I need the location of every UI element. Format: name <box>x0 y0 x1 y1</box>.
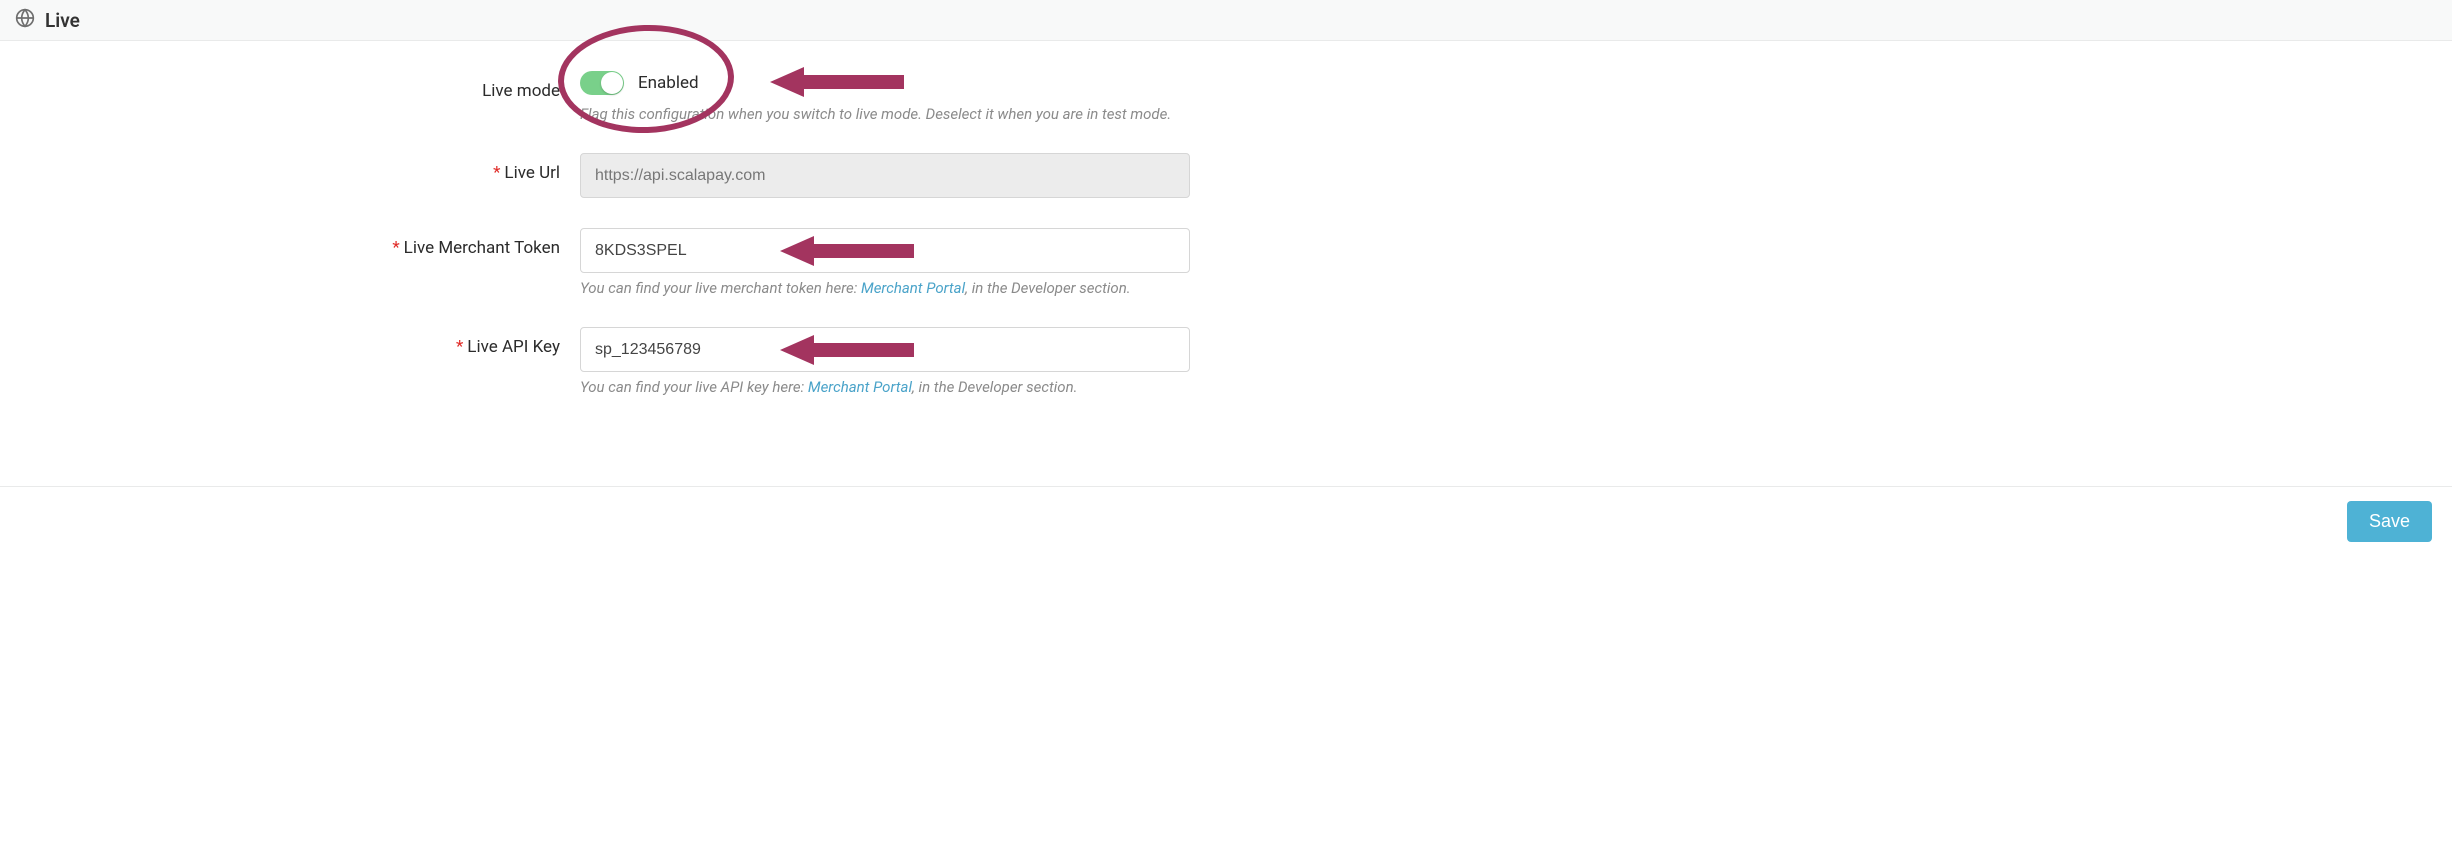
footer: Save <box>0 486 2452 556</box>
row-live-url: *Live Url <box>20 153 1190 198</box>
label-live-url: *Live Url <box>20 153 580 183</box>
live-merchant-token-input[interactable] <box>580 228 1190 273</box>
label-live-api-key: *Live API Key <box>20 327 580 357</box>
row-live-merchant-token: *Live Merchant Token You can find your l… <box>20 228 1190 297</box>
row-live-api-key: *Live API Key You can find your live API… <box>20 327 1190 396</box>
form-body: Live mode Enabled Flag this configuratio… <box>0 41 1210 486</box>
required-asterisk-icon: * <box>493 163 500 183</box>
panel-title: Live <box>45 9 80 32</box>
required-asterisk-icon: * <box>392 238 399 258</box>
live-api-key-input[interactable] <box>580 327 1190 372</box>
merchant-portal-link[interactable]: Merchant Portal <box>808 378 912 396</box>
save-button[interactable]: Save <box>2347 501 2432 542</box>
label-live-mode: Live mode <box>20 71 580 101</box>
live-api-key-hint: You can find your live API key here: Mer… <box>580 378 1190 396</box>
live-url-input <box>580 153 1190 198</box>
live-mode-state: Enabled <box>638 73 699 93</box>
globe-icon <box>15 8 35 32</box>
live-merchant-token-hint: You can find your live merchant token he… <box>580 279 1190 297</box>
annotation-arrow-icon <box>770 67 904 97</box>
label-live-merchant-token: *Live Merchant Token <box>20 228 580 258</box>
live-mode-hint: Flag this configuration when you switch … <box>580 105 1190 123</box>
toggle-knob-icon <box>601 72 623 94</box>
live-mode-toggle[interactable] <box>580 71 624 95</box>
required-asterisk-icon: * <box>456 337 463 357</box>
panel-header: Live <box>0 0 2452 41</box>
merchant-portal-link[interactable]: Merchant Portal <box>861 279 965 297</box>
row-live-mode: Live mode Enabled Flag this configuratio… <box>20 71 1190 123</box>
